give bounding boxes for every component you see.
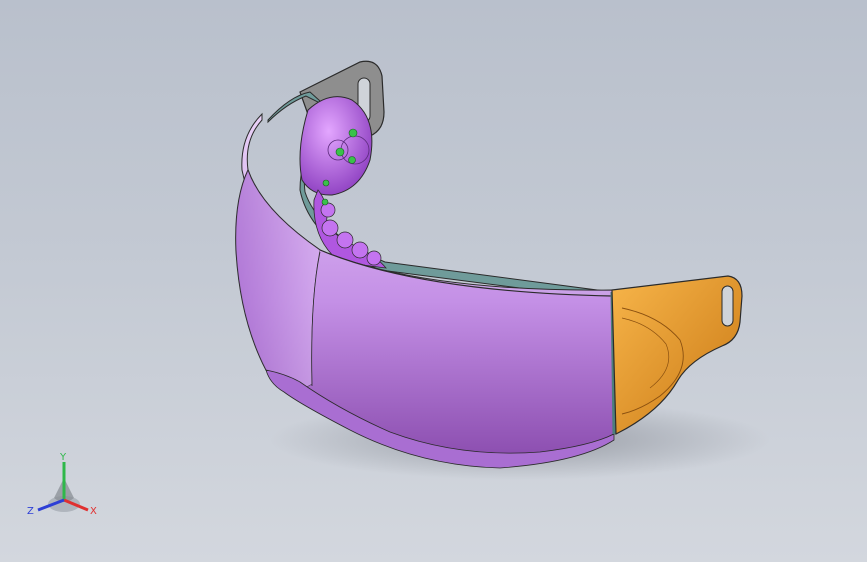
x-axis-label: X <box>90 506 97 517</box>
graphics-viewport[interactable]: Y X Z <box>0 0 867 562</box>
3d-model-view[interactable] <box>0 0 867 562</box>
y-axis-label: Y <box>59 452 67 463</box>
pad-node <box>321 198 329 206</box>
pad-node <box>348 128 358 138</box>
pad-node <box>335 147 345 157</box>
z-axis-label: Z <box>27 506 34 517</box>
pad-node <box>322 179 330 187</box>
visor-shell[interactable] <box>235 112 616 469</box>
pad-node <box>348 156 356 164</box>
axis-triad: Y X Z <box>27 452 97 517</box>
